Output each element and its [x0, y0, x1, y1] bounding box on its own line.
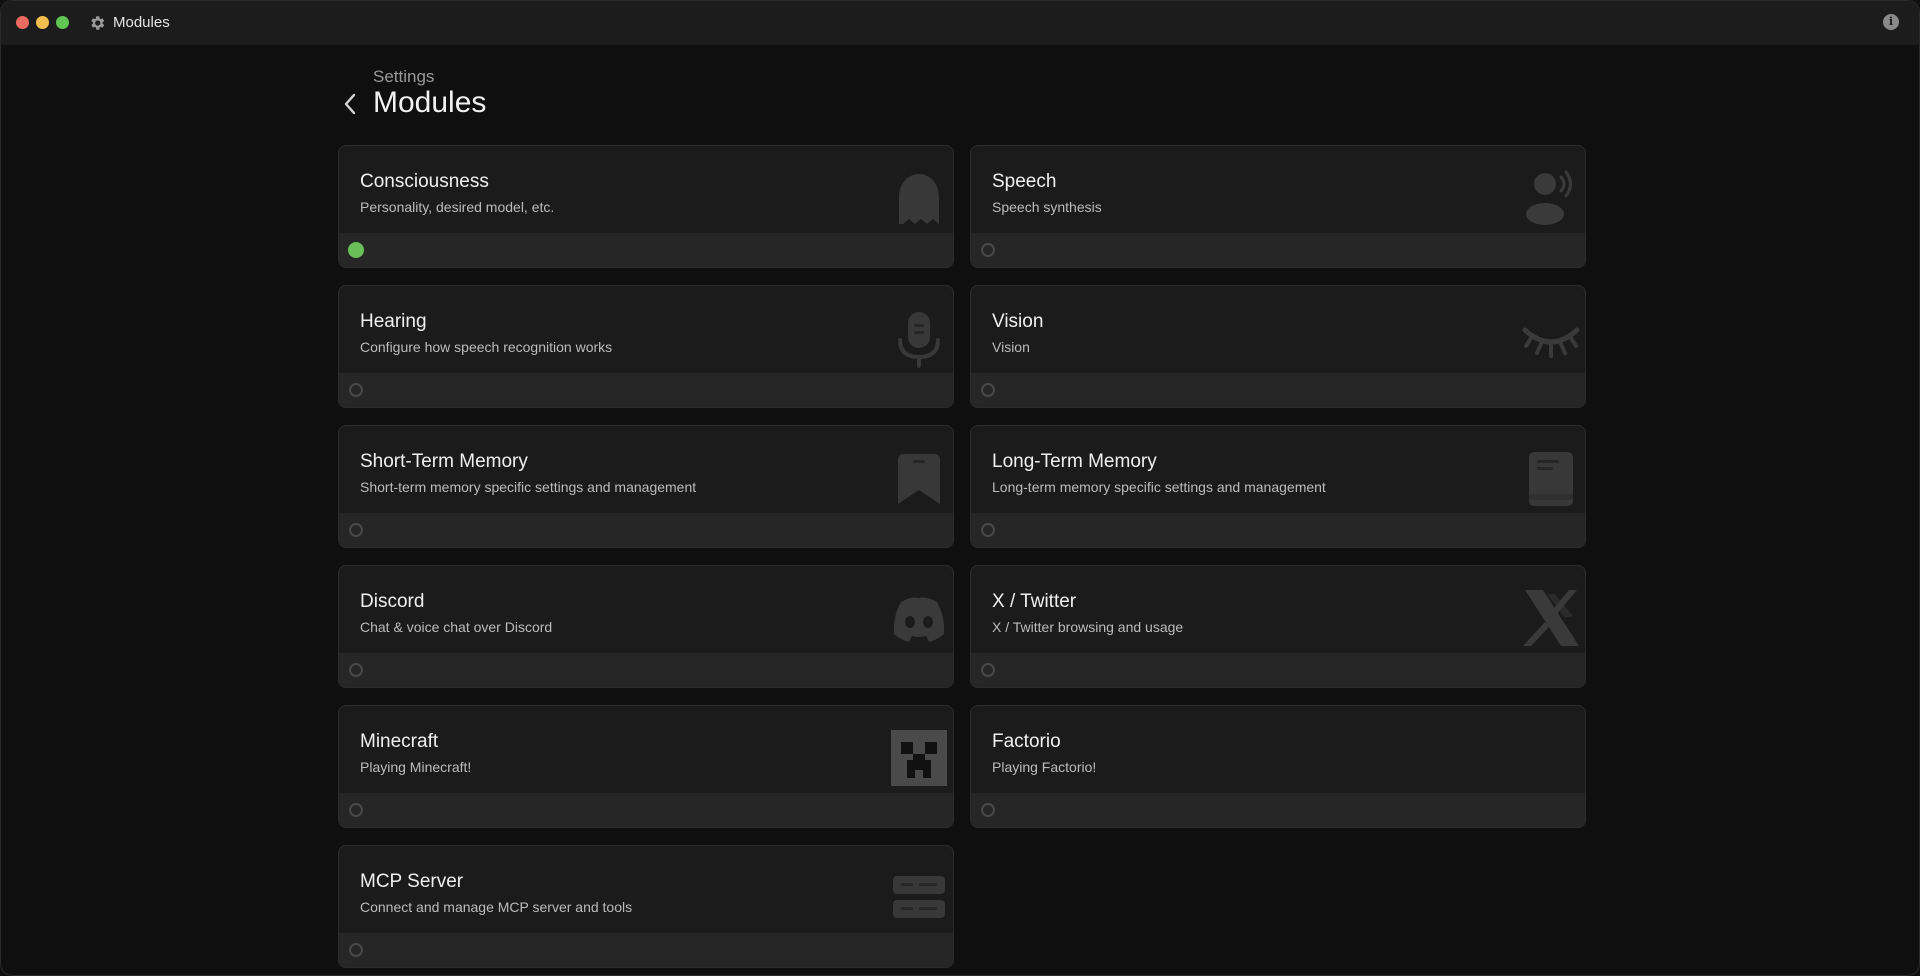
module-title: Speech — [992, 171, 1057, 192]
bookmark-icon — [898, 454, 940, 504]
module-card-footer — [971, 793, 1585, 827]
module-description: X / Twitter browsing and usage — [992, 619, 1184, 635]
page-title: Modules — [373, 86, 487, 119]
module-status-indicator — [349, 803, 363, 817]
module-status-indicator — [981, 383, 995, 397]
module-status-indicator — [349, 663, 363, 677]
module-card-footer — [971, 233, 1585, 267]
module-description: Configure how speech recognition works — [360, 339, 613, 355]
server-icon — [893, 876, 945, 918]
module-card-hearing[interactable]: Hearing Configure how speech recognition … — [338, 285, 954, 408]
module-card-footer — [339, 653, 953, 687]
module-status-indicator — [348, 242, 364, 258]
module-title: Long-Term Memory — [992, 451, 1157, 472]
module-description: Short-term memory specific settings and … — [360, 479, 697, 495]
closed-eye-icon — [1522, 327, 1580, 358]
module-card-long-term-memory[interactable]: Long-Term Memory Long-term memory specifi… — [970, 425, 1586, 548]
module-title: X / Twitter — [992, 591, 1077, 612]
module-card-footer — [339, 793, 953, 827]
module-card-short-term-memory[interactable]: Short-Term Memory Short-term memory speci… — [338, 425, 954, 548]
ghost-icon — [899, 174, 939, 224]
module-status-indicator — [981, 803, 995, 817]
module-description: Chat & voice chat over Discord — [360, 619, 553, 635]
info-icon[interactable]: i — [1883, 14, 1899, 30]
module-description: Long-term memory specific settings and m… — [992, 479, 1326, 495]
module-card-footer — [339, 933, 953, 967]
speaking-person-icon — [1526, 170, 1572, 225]
module-card-footer — [339, 233, 953, 267]
module-title: Minecraft — [360, 731, 439, 752]
module-card-footer — [339, 513, 953, 547]
module-card-vision[interactable]: Vision Vision — [970, 285, 1586, 408]
module-status-indicator — [349, 943, 363, 957]
module-title: Consciousness — [360, 171, 489, 192]
module-card-footer — [339, 373, 953, 407]
module-status-indicator — [981, 243, 995, 257]
book-icon — [1529, 452, 1573, 506]
module-title: Hearing — [360, 311, 427, 332]
module-title: Factorio — [992, 731, 1061, 752]
module-description: Personality, desired model, etc. — [360, 199, 555, 215]
module-status-indicator — [981, 663, 995, 677]
module-title: MCP Server — [360, 871, 464, 892]
x-logo-icon — [1523, 590, 1579, 646]
module-card-footer — [971, 653, 1585, 687]
module-description: Speech synthesis — [992, 199, 1102, 215]
module-description: Playing Minecraft! — [360, 759, 472, 775]
gear-icon — [91, 16, 105, 30]
module-card-speech[interactable]: Speech Speech synthesis — [970, 145, 1586, 268]
window-title: Modules — [113, 14, 170, 31]
discord-icon — [893, 597, 945, 642]
module-card-minecraft[interactable]: Minecraft Playing Minecraft! — [338, 705, 954, 828]
chevron-left-icon[interactable] — [339, 89, 363, 119]
module-description: Vision — [992, 339, 1030, 355]
module-status-indicator — [981, 523, 995, 537]
module-card-factorio[interactable]: Factorio Playing Factorio! — [970, 705, 1586, 828]
module-card-discord[interactable]: Discord Chat & voice chat over Discord — [338, 565, 954, 688]
module-status-indicator — [349, 383, 363, 397]
zoom-window-button[interactable] — [56, 16, 69, 29]
module-card-consciousness[interactable]: Consciousness Personality, desired model,… — [338, 145, 954, 268]
module-description: Connect and manage MCP server and tools — [360, 899, 633, 915]
microphone-icon — [898, 312, 940, 368]
close-window-button[interactable] — [16, 16, 29, 29]
module-card-footer — [971, 513, 1585, 547]
module-card-mcp-server[interactable]: MCP Server Connect and manage MCP server … — [338, 845, 954, 968]
creeper-icon — [891, 730, 947, 786]
module-card-footer — [971, 373, 1585, 407]
minimize-window-button[interactable] — [36, 16, 49, 29]
module-card-x-twitter[interactable]: X / Twitter X / Twitter browsing and usag… — [970, 565, 1586, 688]
app-window: Modules i Settings Modules Consciousness… — [0, 0, 1920, 976]
title-bar: Modules i — [1, 1, 1919, 45]
module-title: Vision — [992, 311, 1044, 332]
module-status-indicator — [349, 523, 363, 537]
module-description: Playing Factorio! — [992, 759, 1097, 775]
module-title: Discord — [360, 591, 425, 612]
module-title: Short-Term Memory — [360, 451, 528, 472]
